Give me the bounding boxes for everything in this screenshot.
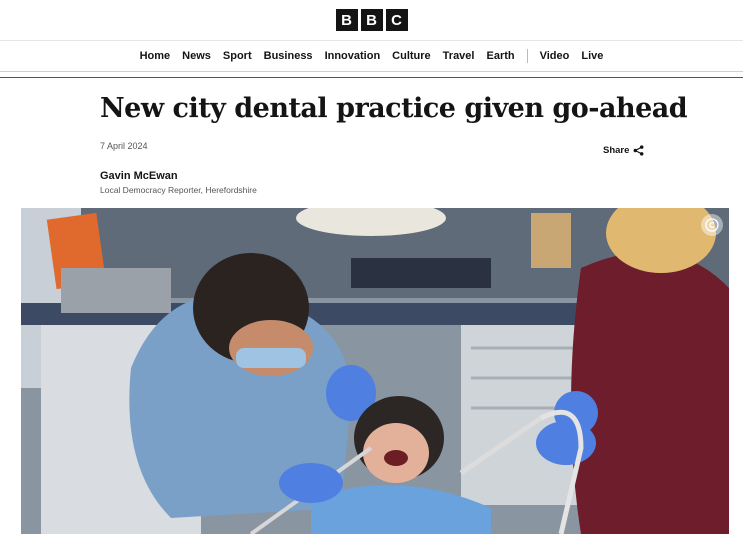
- nav-divider: [526, 49, 528, 63]
- bbc-logo[interactable]: B B C: [335, 9, 408, 31]
- nav-item-news[interactable]: News: [182, 50, 211, 62]
- masthead: B B C: [0, 0, 743, 41]
- share-button[interactable]: Share: [603, 145, 644, 156]
- nav-item-travel[interactable]: Travel: [443, 50, 475, 62]
- article-headline: New city dental practice given go-ahead: [100, 93, 688, 124]
- share-icon: [633, 145, 644, 156]
- nav-item-innovation[interactable]: Innovation: [325, 50, 381, 62]
- logo-letter: C: [385, 9, 408, 31]
- author-role: Local Democracy Reporter, Herefordshire: [100, 185, 257, 195]
- nav-item-video[interactable]: Video: [540, 50, 570, 62]
- copyright-button[interactable]: [701, 214, 723, 236]
- logo-letter: B: [335, 9, 358, 31]
- logo-letter: B: [360, 9, 383, 31]
- copyright-icon: [705, 218, 719, 232]
- main-nav: Home News Sport Business Innovation Cult…: [0, 41, 743, 72]
- site-header: B B C Home News Sport Business Innovatio…: [0, 0, 743, 78]
- nav-item-sport[interactable]: Sport: [223, 50, 252, 62]
- dental-photo-illustration: [21, 208, 729, 534]
- share-label: Share: [603, 145, 630, 156]
- nav-item-business[interactable]: Business: [264, 50, 313, 62]
- header-rule: [0, 72, 743, 78]
- article-date: 7 April 2024: [100, 141, 148, 151]
- nav-item-culture[interactable]: Culture: [392, 50, 431, 62]
- nav-item-live[interactable]: Live: [581, 50, 603, 62]
- article-image: [21, 208, 729, 534]
- nav-item-earth[interactable]: Earth: [486, 50, 514, 62]
- author-name[interactable]: Gavin McEwan: [100, 170, 178, 182]
- nav-item-home[interactable]: Home: [140, 50, 171, 62]
